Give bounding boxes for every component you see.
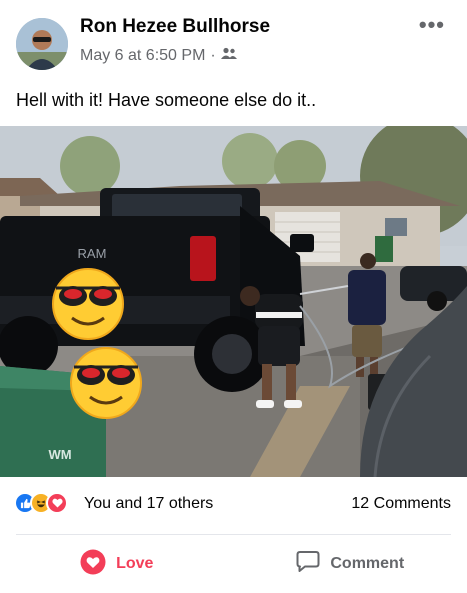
comment-icon: [296, 550, 320, 578]
more-options-icon[interactable]: •••: [419, 14, 445, 36]
love-label: Love: [116, 555, 154, 572]
truck-logo: RAM: [78, 246, 107, 261]
love-button[interactable]: Love: [0, 535, 234, 593]
avatar[interactable]: [16, 18, 68, 70]
reactions-summary: You and 17 others 12 Comments: [0, 486, 467, 524]
post-photo[interactable]: RAM WM: [0, 126, 467, 477]
post-meta: May 6 at 6:50 PM ·: [80, 47, 237, 65]
reaction-icons[interactable]: [14, 492, 68, 514]
friends-icon: [220, 47, 237, 65]
sunglasses-emoji-icon: [70, 347, 142, 419]
action-bar: Love Comment: [0, 535, 467, 593]
post-header: Ron Hezee Bullhorse May 6 at 6:50 PM · •…: [0, 0, 467, 80]
meta-separator: ·: [210, 47, 216, 64]
love-icon: [46, 492, 68, 514]
sunglasses-emoji-icon: [52, 268, 124, 340]
dumpster-label: WM: [48, 447, 71, 462]
post-timestamp[interactable]: May 6 at 6:50 PM: [80, 47, 205, 65]
comment-button[interactable]: Comment: [234, 535, 467, 593]
love-icon: [80, 549, 106, 580]
author-name[interactable]: Ron Hezee Bullhorse: [80, 16, 270, 38]
reaction-count[interactable]: You and 17 others: [84, 495, 213, 513]
comment-count[interactable]: 12 Comments: [351, 495, 451, 513]
comment-label: Comment: [330, 555, 405, 572]
post-caption: Hell with it! Have someone else do it..: [16, 90, 317, 110]
